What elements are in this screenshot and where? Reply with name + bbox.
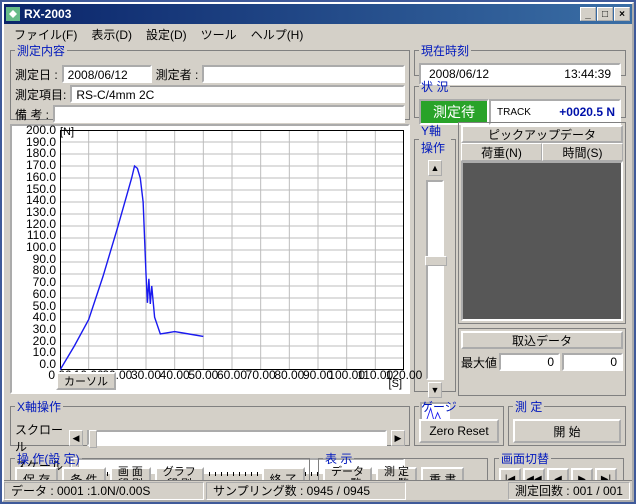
minimize-button[interactable]: _ — [580, 7, 596, 21]
status-reading: +0020.5 N — [559, 105, 615, 119]
gauge-legend: ゲージ — [419, 398, 459, 415]
app-window: RX-2003 _ □ × ファイル(F) 表示(D) 設定(D) ツール ヘル… — [2, 2, 634, 502]
item-label: 測定項目: — [15, 86, 66, 103]
status-group: 状 況 測定待 TRACK +0020.5 N — [414, 78, 626, 118]
remarks-field[interactable] — [53, 105, 405, 123]
item-field[interactable]: RS-C/4mm 2C — [70, 85, 405, 103]
close-button[interactable]: × — [614, 7, 630, 21]
ops-group: 操 作(設 定) 保 存 条 件 画 面 印 刷 グラフ 印 刷 終 了 — [10, 450, 310, 480]
run-legend: 測 定 — [513, 398, 544, 415]
ops-legend: 操 作(設 定) — [15, 450, 82, 467]
x-ops-group: X軸操作 スクロール ◀ ▶ スケール — [10, 398, 410, 446]
x-ops-legend: X軸操作 — [15, 398, 63, 415]
gauge-group: ゲージ Zero Reset — [414, 398, 504, 446]
pickup-col-time[interactable]: 時間(S) — [542, 143, 623, 161]
zero-reset-button[interactable]: Zero Reset — [419, 419, 499, 443]
scroll-slider[interactable] — [87, 430, 387, 446]
save-button[interactable]: 保 存 — [15, 467, 58, 480]
pickup-group: ピックアップデータ 荷重(N) 時間(S) — [458, 122, 626, 324]
y-up-button[interactable]: ▲ — [428, 160, 442, 176]
window-title: RX-2003 — [24, 7, 580, 21]
scroll-right-button[interactable]: ▶ — [391, 430, 405, 446]
time-group: 現在時刻 2008/06/12 13:44:39 — [414, 42, 626, 76]
pickup-col-load[interactable]: 荷重(N) — [461, 143, 542, 161]
status-track: TRACK — [495, 107, 531, 118]
back-button[interactable]: ◀ — [547, 468, 569, 480]
graph-print-button[interactable]: グラフ 印 刷 — [155, 467, 204, 480]
pickup-columns: 荷重(N) 時間(S) — [461, 143, 623, 161]
date-field[interactable]: 2008/06/12 — [62, 65, 152, 83]
status-legend: 状 況 — [419, 78, 450, 95]
screen-group: 画面切替 |◀ ◀◀ ◀ ▶ ▶| — [494, 450, 624, 480]
menu-settings[interactable]: 設定(D) — [140, 25, 193, 41]
time-legend: 現在時刻 — [419, 42, 471, 59]
remarks-label: 備 考 : — [15, 106, 49, 123]
import-group: 取込データ 最大値 0 0 — [458, 328, 626, 396]
display-legend: 表 示 — [323, 450, 354, 467]
date-label: 測定日 : — [15, 66, 58, 83]
y-ops-legend: Y軸操作 — [419, 122, 451, 156]
pickup-list[interactable] — [461, 161, 623, 321]
operator-field[interactable] — [202, 65, 405, 83]
forward-button[interactable]: ▶ — [571, 468, 593, 480]
chart-frame: [N] 0.010.020.030.040.050.060.070.080.09… — [10, 124, 410, 394]
operator-label: 測定者 : — [156, 66, 199, 83]
y-ops-group: Y軸操作 ▲ ▼ — [414, 122, 456, 392]
start-button[interactable]: 開 始 — [513, 419, 621, 443]
status-data: データ : 0001 :1.0N/0.00S — [4, 482, 204, 500]
cursor-button[interactable]: カーソル — [56, 372, 116, 390]
menu-help[interactable]: ヘルプ(H) — [245, 25, 310, 41]
maximize-button[interactable]: □ — [597, 7, 613, 21]
import-max-v1: 0 — [499, 353, 560, 371]
last-button[interactable]: ▶| — [595, 468, 617, 480]
menu-view[interactable]: 表示(D) — [85, 25, 138, 41]
menu-bar: ファイル(F) 表示(D) 設定(D) ツール ヘルプ(H) — [4, 24, 632, 42]
measure-group: 測定内容 測定日 : 2008/06/12 測定者 : 測定項目: RS-C/4… — [10, 42, 410, 120]
run-group: 測 定 開 始 — [508, 398, 626, 446]
menu-tools[interactable]: ツール — [195, 25, 243, 41]
status-count: 測定回数 : 001 / 001 — [508, 482, 630, 500]
conditions-button[interactable]: 条 件 — [62, 467, 105, 480]
measure-legend: 測定内容 — [15, 42, 67, 59]
chart-x-unit: [S] — [389, 378, 402, 390]
status-sampling: サンプリング数 : 0945 / 0945 — [206, 482, 406, 500]
scroll-left-button[interactable]: ◀ — [69, 430, 83, 446]
chart-line — [60, 130, 404, 370]
data-list-button[interactable]: データ 一 覧 — [323, 467, 372, 480]
exit-button[interactable]: 終 了 — [262, 467, 305, 480]
display-group: 表 示 データ 一 覧 測 定 一 覧 重 書 — [318, 450, 488, 480]
status-bar: データ : 0001 :1.0N/0.00S サンプリング数 : 0945 / … — [4, 480, 632, 500]
title-bar[interactable]: RX-2003 _ □ × — [4, 4, 632, 24]
prev-button[interactable]: ◀◀ — [523, 468, 545, 480]
import-max-v2: 0 — [562, 353, 623, 371]
screen-print-button[interactable]: 画 面 印 刷 — [110, 467, 151, 480]
y-slider[interactable] — [426, 180, 444, 380]
menu-file[interactable]: ファイル(F) — [8, 25, 83, 41]
overlay-button[interactable]: 重 書 — [421, 467, 464, 480]
chart-y-ticks: 0.010.020.030.040.050.060.070.080.090.01… — [12, 130, 58, 364]
import-header: 取込データ — [461, 331, 623, 349]
import-max-label: 最大値 — [461, 354, 497, 371]
screen-legend: 画面切替 — [499, 450, 551, 467]
y-down-button[interactable]: ▼ — [428, 382, 442, 398]
app-icon — [6, 7, 20, 21]
pickup-header: ピックアップデータ — [461, 125, 623, 143]
measure-list-button[interactable]: 測 定 一 覧 — [376, 467, 417, 480]
first-button[interactable]: |◀ — [499, 468, 521, 480]
